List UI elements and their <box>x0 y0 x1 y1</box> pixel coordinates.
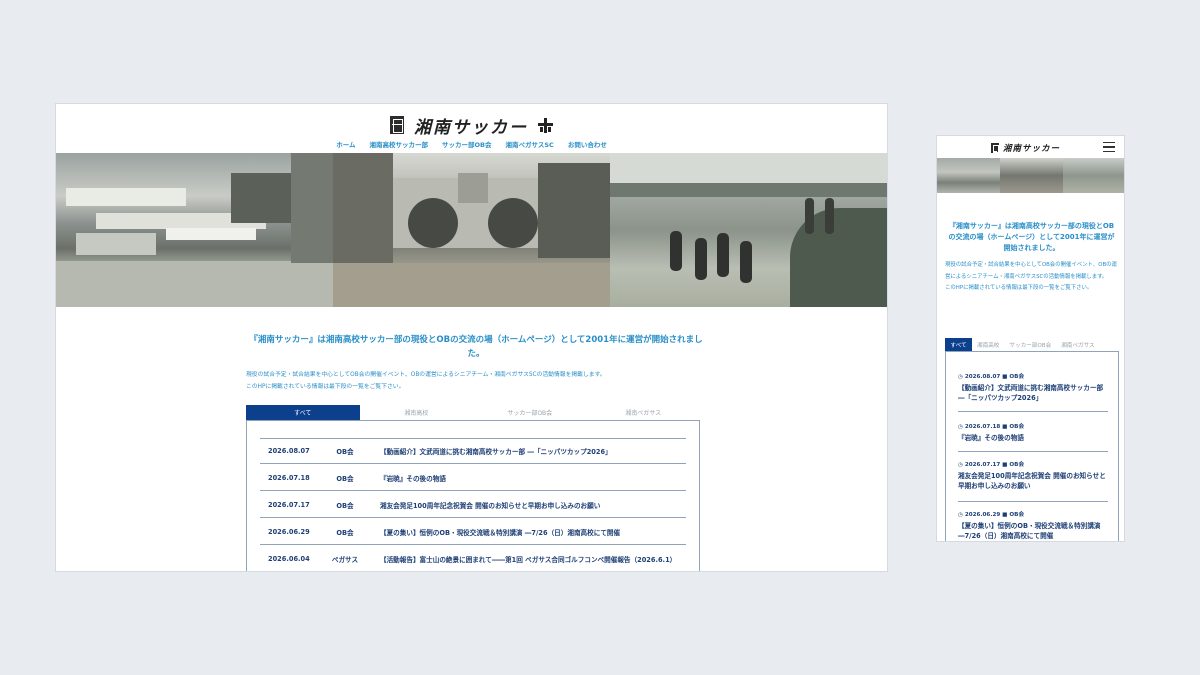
news-filter-tabs-mobile: すべて 湘南高校 サッカー部OB会 湘南ペガサス <box>945 338 1119 351</box>
news-date: 2026.08.07 <box>268 447 310 455</box>
tab-pegasus[interactable]: 湘南ペガサス <box>587 405 701 420</box>
hero-photo-school-building <box>333 153 610 307</box>
news-meta: ◷ 2026.08.07 ■ OB会 <box>958 374 1025 380</box>
news-meta: ◷ 2026.07.17 ■ OB会 <box>958 462 1025 468</box>
brand-name-mobile: 湘南サッカー <box>1003 144 1061 154</box>
nav-pegasus-sc[interactable]: 湘南ペガサスSC <box>505 139 553 153</box>
news-filter-tabs: すべて 湘南高校 サッカー部OB会 湘南ペガサス <box>246 405 700 420</box>
news-date: 2026.07.17 <box>964 462 1001 468</box>
intro-lead-mobile: 『湘南サッカー』は湘南高校サッカー部の現役とOBの交流の場（ホームページ）として… <box>948 222 1115 252</box>
news-date: 2026.07.18 <box>268 473 310 482</box>
nav-ob-association[interactable]: サッカー部OB会 <box>442 139 491 153</box>
tab-ob-association[interactable]: サッカー部OB会 <box>1004 338 1056 351</box>
intro-description-mobile: 現役の試合予定・試合結果を中心としてOB会の開催イベント、OBの運営によるシニア… <box>945 260 1120 295</box>
news-row[interactable]: 2026.07.17 OB会 湘友会発足100周年記念祝賀会 開催のお知らせと早… <box>260 492 686 518</box>
global-nav: ホーム 湘南高校サッカー部 サッカー部OB会 湘南ペガサスSC お問い合わせ <box>56 139 887 153</box>
site-logo[interactable]: 湘南サッカー <box>56 110 887 140</box>
news-date: 2026.06.29 <box>268 527 310 536</box>
tab-all[interactable]: すべて <box>246 405 360 420</box>
news-category: ペガサス <box>331 555 359 564</box>
desktop-preview: 湘南サッカー ホーム 湘南高校サッカー部 サッカー部OB会 湘南ペガサスSC お… <box>55 103 888 572</box>
news-title[interactable]: 『岩暁』その後の物語 <box>958 433 1108 443</box>
nav-home[interactable]: ホーム <box>336 139 355 153</box>
intro-lead: 『湘南サッカー』は湘南高校サッカー部の現役とOBの交流の場（ホームページ）として… <box>249 335 703 359</box>
intro-description-line-2: このHPに掲載されている情報は最下段の一覧をご覧下さい。 <box>246 384 405 390</box>
news-category: OB会 <box>336 501 354 510</box>
hero-photo-collage-mobile <box>937 158 1124 193</box>
news-date: 2026.08.07 <box>964 374 1001 380</box>
list-item[interactable]: ◷ 2026.08.07 ■ OB会 【動画紹介】文武両道に挑む湘南高校サッカー… <box>958 372 1108 412</box>
news-category: OB会 <box>1009 512 1025 518</box>
news-date: 2026.07.18 <box>964 424 1001 430</box>
school-seal-icon <box>991 143 999 153</box>
list-item[interactable]: ◷ 2026.07.17 ■ OB会 湘友会発足100周年記念祝賀会 開催のお知… <box>958 460 1108 502</box>
intro-description-line-1: 現役の試合予定・試合結果を中心としてOB会の開催イベント、OBの運営によるシニア… <box>945 262 1117 280</box>
tab-all[interactable]: すべて <box>945 338 972 351</box>
list-item[interactable]: ◷ 2026.07.18 ■ OB会 『岩暁』その後の物語 <box>958 422 1108 452</box>
tab-high-school[interactable]: 湘南高校 <box>360 405 474 420</box>
intro-description: 現役の試合予定・試合結果を中心としてOB会の開催イベント、OBの運営によるシニア… <box>246 369 706 393</box>
nav-high-school-soccer[interactable]: 湘南高校サッカー部 <box>370 139 429 153</box>
brand-name: 湘南サッカー <box>414 117 528 138</box>
news-title[interactable]: 『岩暁』その後の物語 <box>368 473 686 483</box>
hero-photo-collage <box>56 153 887 307</box>
news-title[interactable]: 【活動報告】富士山の絶景に囲まれて――第1回 ペガサス合同ゴルフコンペ開催報告（… <box>368 554 686 564</box>
news-list: 2026.08.07 OB会 【動画紹介】文武両道に挑む湘南高校サッカー部 ―「… <box>246 420 700 571</box>
intro-description-line-1: 現役の試合予定・試合結果を中心としてOB会の開催イベント、OBの運営によるシニア… <box>246 372 606 378</box>
news-row[interactable]: 2026.06.04 ペガサス 【活動報告】富士山の絶景に囲まれて――第1回 ペ… <box>260 546 686 571</box>
news-title[interactable]: 湘友会発足100周年記念祝賀会 開催のお知らせと早期お申し込みのお願い <box>958 471 1108 491</box>
news-row[interactable]: 2026.07.18 OB会 『岩暁』その後の物語 <box>260 465 686 491</box>
news-title[interactable]: 湘友会発足100周年記念祝賀会 開催のお知らせと早期お申し込みのお願い <box>368 500 686 510</box>
hamburger-menu-icon[interactable] <box>1103 142 1115 152</box>
intro-description-line-2: このHPに掲載されている情報は最下段の一覧をご覧下さい。 <box>945 285 1093 291</box>
news-title[interactable]: 【夏の集い】恒例のOB・現役交流戦＆特別講演 ―7/26（日）湘南高校にて開催 <box>368 527 686 537</box>
tab-pegasus[interactable]: 湘南ペガサス <box>1056 338 1099 351</box>
nav-contact[interactable]: お問い合わせ <box>568 139 607 153</box>
news-category: OB会 <box>1009 374 1025 380</box>
news-row[interactable]: 2026.08.07 OB会 【動画紹介】文武両道に挑む湘南高校サッカー部 ―「… <box>260 438 686 464</box>
news-meta: ◷ 2026.07.18 ■ OB会 <box>958 424 1025 430</box>
news-row[interactable]: 2026.06.29 OB会 【夏の集い】恒例のOB・現役交流戦＆特別講演 ―7… <box>260 519 686 545</box>
news-date: 2026.07.17 <box>268 500 310 509</box>
news-category: OB会 <box>1009 424 1025 430</box>
news-category: OB会 <box>336 474 354 483</box>
site-logo-mobile[interactable]: 湘南サッカー <box>991 141 1060 155</box>
news-category: OB会 <box>1009 462 1025 468</box>
hero-photo-students-walking <box>610 153 887 307</box>
hero-photo-campus-aerial <box>56 153 333 307</box>
news-title[interactable]: 【夏の集い】恒例のOB・現役交流戦＆特別講演 ―7/26（日）湘南高校にて開催 <box>958 521 1108 541</box>
news-title[interactable]: 【動画紹介】文武両道に挑む湘南高校サッカー部 ―「ニッパツカップ2026」 <box>958 383 1108 403</box>
news-category: OB会 <box>336 528 354 537</box>
news-meta: ◷ 2026.06.29 ■ OB会 <box>958 512 1025 518</box>
school-crest-icon <box>538 117 553 133</box>
news-title[interactable]: 【動画紹介】文武両道に挑む湘南高校サッカー部 ―「ニッパツカップ2026」 <box>368 446 686 456</box>
tab-ob-association[interactable]: サッカー部OB会 <box>473 405 587 420</box>
list-item[interactable]: ◷ 2026.06.29 ■ OB会 【夏の集い】恒例のOB・現役交流戦＆特別講… <box>958 510 1108 541</box>
news-date: 2026.06.29 <box>964 512 1001 518</box>
mobile-preview: 湘南サッカー 『湘南サッカー』は湘南高校サッカー部の現役とOBの交流の場（ホーム… <box>936 135 1125 542</box>
news-date: 2026.06.04 <box>268 554 310 563</box>
news-list-mobile: ◷ 2026.08.07 ■ OB会 【動画紹介】文武両道に挑む湘南高校サッカー… <box>945 351 1119 541</box>
news-category: OB会 <box>336 448 354 456</box>
school-seal-icon <box>390 116 404 134</box>
tab-high-school[interactable]: 湘南高校 <box>972 338 1004 351</box>
